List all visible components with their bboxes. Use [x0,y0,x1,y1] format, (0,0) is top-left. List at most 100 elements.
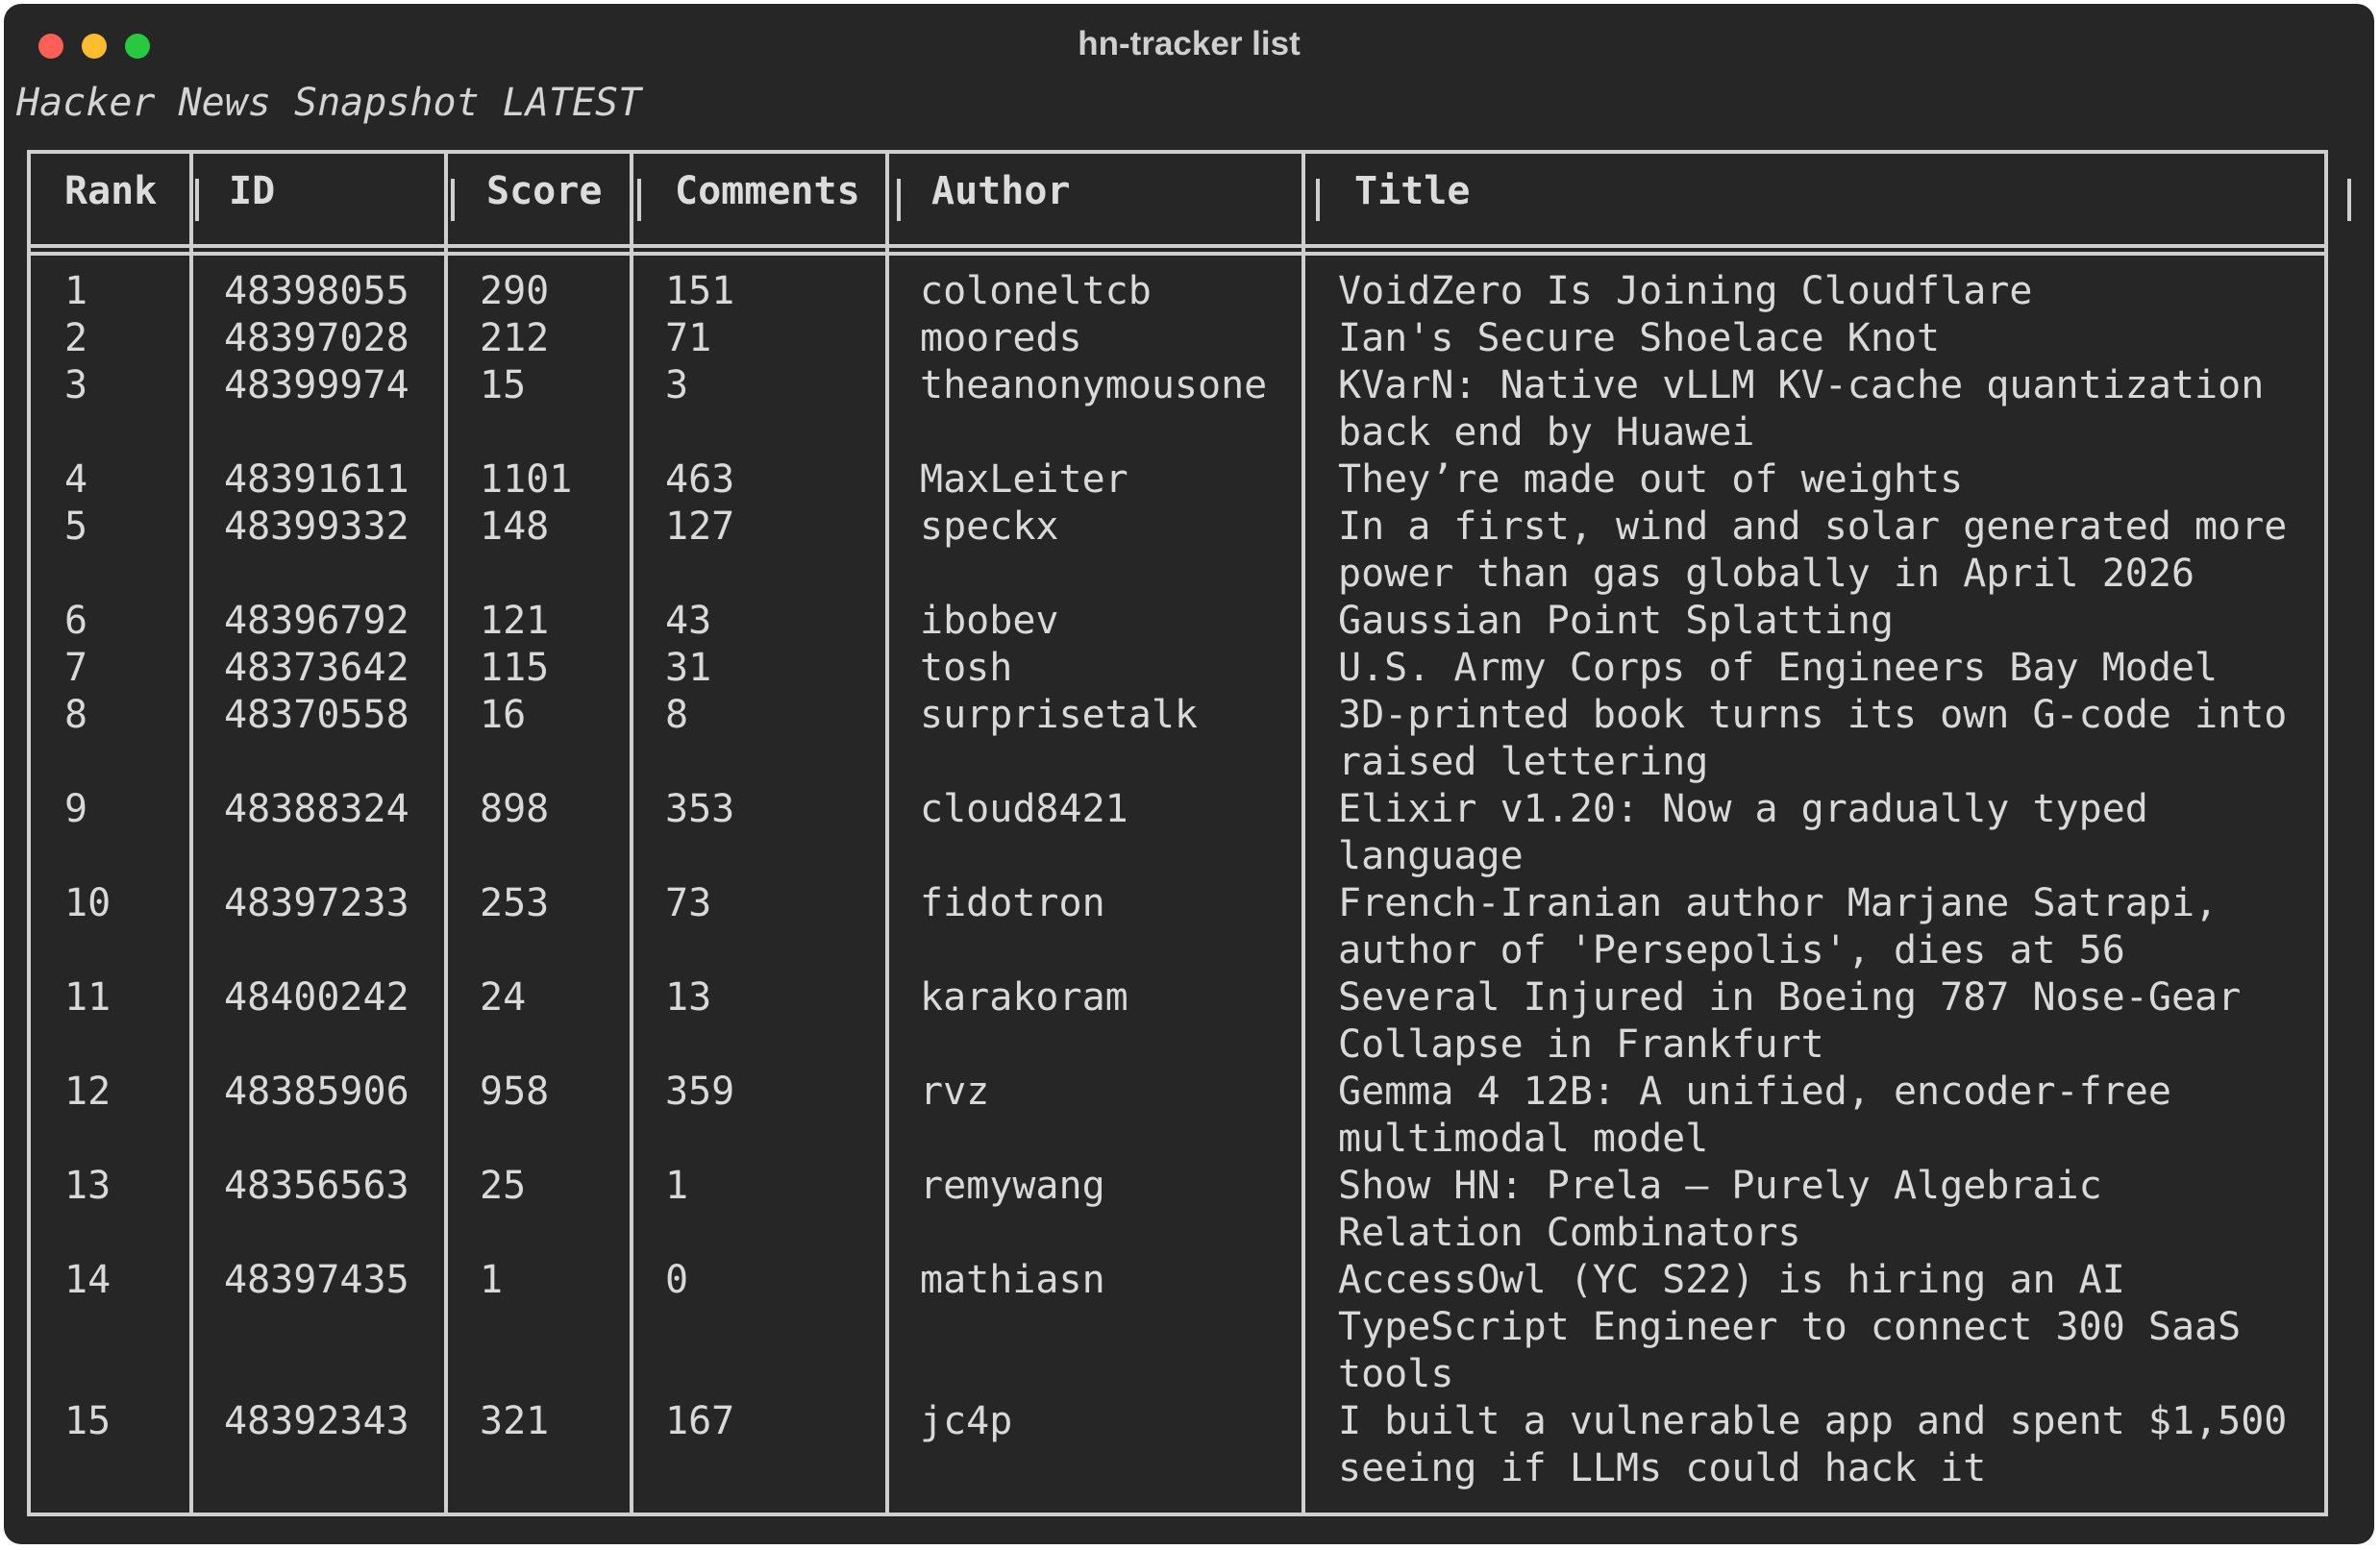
column-header-rank[interactable]: Rank [64,169,157,213]
cell-id: 48396792 [224,599,409,643]
terminal-window: hn-tracker list Hacker News Snapshot LAT… [4,4,2374,1544]
cell-author: coloneltcb [920,269,1152,313]
column-divider [630,150,633,1516]
header-tick [2347,179,2351,221]
cell-comments: 1 [665,1164,689,1208]
cell-comments: 167 [665,1399,735,1443]
cell-id: 48373642 [224,646,409,690]
cell-id: 48397028 [224,316,409,360]
cell-comments: 31 [665,646,712,690]
cell-title: AccessOwl (YC S22) is hiring an AI [1338,1258,2125,1302]
cell-title: power than gas globally in April 2026 [1338,552,2195,596]
cell-title: Collapse in Frankfurt [1338,1022,1824,1067]
cell-author: karakoram [920,975,1128,1020]
cell-title: KVarN: Native vLLM KV-cache quantization [1338,363,2265,407]
cell-rank: 10 [64,881,112,925]
cell-title: I built a vulnerable app and spent $1,50… [1338,1399,2288,1443]
header-tick [637,179,641,221]
header-tick [1316,179,1320,221]
cell-id: 48370558 [224,693,409,737]
cell-rank: 2 [64,316,88,360]
title-bar: hn-tracker list [4,4,2374,81]
cell-score: 958 [480,1070,550,1114]
cell-score: 24 [480,975,527,1020]
column-header-title[interactable]: Title [1354,169,1470,213]
cell-author: fidotron [920,881,1105,925]
cell-rank: 14 [64,1258,112,1302]
cell-id: 48385906 [224,1070,409,1114]
cell-author: cloud8421 [920,787,1128,831]
cell-comments: 71 [665,316,712,360]
column-header-comments[interactable]: Comments [675,169,860,213]
cell-comments: 151 [665,269,735,313]
cell-title: Relation Combinators [1338,1211,1801,1255]
column-divider [885,150,889,1516]
column-divider [1302,150,1305,1516]
cell-title: 3D-printed book turns its own G-code int… [1338,693,2288,737]
cell-rank: 12 [64,1070,112,1114]
cell-title: seeing if LLMs could hack it [1338,1446,1987,1490]
cell-comments: 3 [665,363,689,407]
cell-title: raised lettering [1338,740,1709,784]
cell-id: 48399332 [224,504,409,549]
cell-rank: 9 [64,787,88,831]
cell-score: 321 [480,1399,550,1443]
cell-id: 48388324 [224,787,409,831]
cell-author: rvz [920,1070,990,1114]
cell-score: 115 [480,646,550,690]
cell-id: 48397233 [224,881,409,925]
cell-comments: 73 [665,881,712,925]
cell-title: U.S. Army Corps of Engineers Bay Model [1338,646,2219,690]
cell-score: 1101 [480,457,573,502]
cell-comments: 127 [665,504,735,549]
cell-author: mathiasn [920,1258,1105,1302]
cell-score: 290 [480,269,550,313]
table-border-right [2324,150,2328,1516]
snapshot-heading: Hacker News Snapshot LATEST [16,81,642,125]
cell-comments: 8 [665,693,689,737]
window-title: hn-tracker list [1078,25,1301,62]
cell-rank: 11 [64,975,112,1020]
column-header-id[interactable]: ID [229,169,275,213]
cell-title: Elixir v1.20: Now a gradually typed [1338,787,2148,831]
cell-author: remywang [920,1164,1105,1208]
cell-title: French-Iranian author Marjane Satrapi, [1338,881,2219,925]
cell-rank: 3 [64,363,88,407]
cell-id: 48356563 [224,1164,409,1208]
cell-rank: 4 [64,457,88,502]
table-border-left [27,150,31,1516]
header-tick [897,179,901,221]
cell-score: 16 [480,693,527,737]
cell-title: VoidZero Is Joining Cloudflare [1338,269,2033,313]
header-tick [195,179,199,221]
cell-id: 48397435 [224,1258,409,1302]
cell-rank: 6 [64,599,88,643]
column-header-score[interactable]: Score [486,169,602,213]
header-rule-top [27,244,2328,248]
cell-title: Show HN: Prela – Purely Algebraic [1338,1164,2102,1208]
column-header-author[interactable]: Author [931,169,1071,213]
cell-title: language [1338,834,1524,878]
cell-author: MaxLeiter [920,457,1128,502]
cell-author: speckx [920,504,1059,549]
cell-author: jc4p [920,1399,1013,1443]
cell-score: 121 [480,599,550,643]
cell-comments: 359 [665,1070,735,1114]
cell-score: 253 [480,881,550,925]
cell-score: 212 [480,316,550,360]
cell-comments: 463 [665,457,735,502]
cell-score: 15 [480,363,527,407]
cell-rank: 13 [64,1164,112,1208]
cell-title: Ian's Secure Shoelace Knot [1338,316,1941,360]
cell-title: Several Injured in Boeing 787 Nose-Gear [1338,975,2242,1020]
cell-comments: 43 [665,599,712,643]
cell-title: Gaussian Point Splatting [1338,599,1894,643]
cell-comments: 353 [665,787,735,831]
cell-id: 48391611 [224,457,409,502]
cell-title: tools [1338,1352,1454,1396]
column-divider [444,150,448,1516]
cell-title: multimodal model [1338,1117,1709,1161]
cell-author: surprisetalk [920,693,1198,737]
cell-rank: 5 [64,504,88,549]
cell-title: TypeScript Engineer to connect 300 SaaS [1338,1305,2242,1349]
